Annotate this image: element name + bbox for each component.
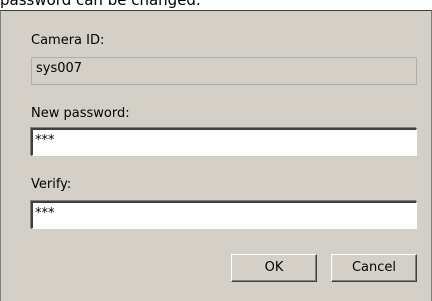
camera-id-field: sys007	[31, 57, 417, 85]
header-caption: password can be changed.	[0, 0, 201, 9]
header-strip: password can be changed.	[0, 0, 432, 10]
new-password-input[interactable]: ***	[31, 128, 417, 156]
verify-password-input[interactable]: ***	[31, 201, 417, 229]
new-password-label: New password:	[31, 106, 130, 121]
cancel-button[interactable]: Cancel	[331, 254, 417, 282]
camera-id-label: Camera ID:	[31, 33, 105, 48]
change-password-dialog: Camera ID: sys007 New password: *** Veri…	[0, 10, 432, 301]
ok-button[interactable]: OK	[231, 254, 317, 282]
verify-label: Verify:	[31, 177, 72, 192]
